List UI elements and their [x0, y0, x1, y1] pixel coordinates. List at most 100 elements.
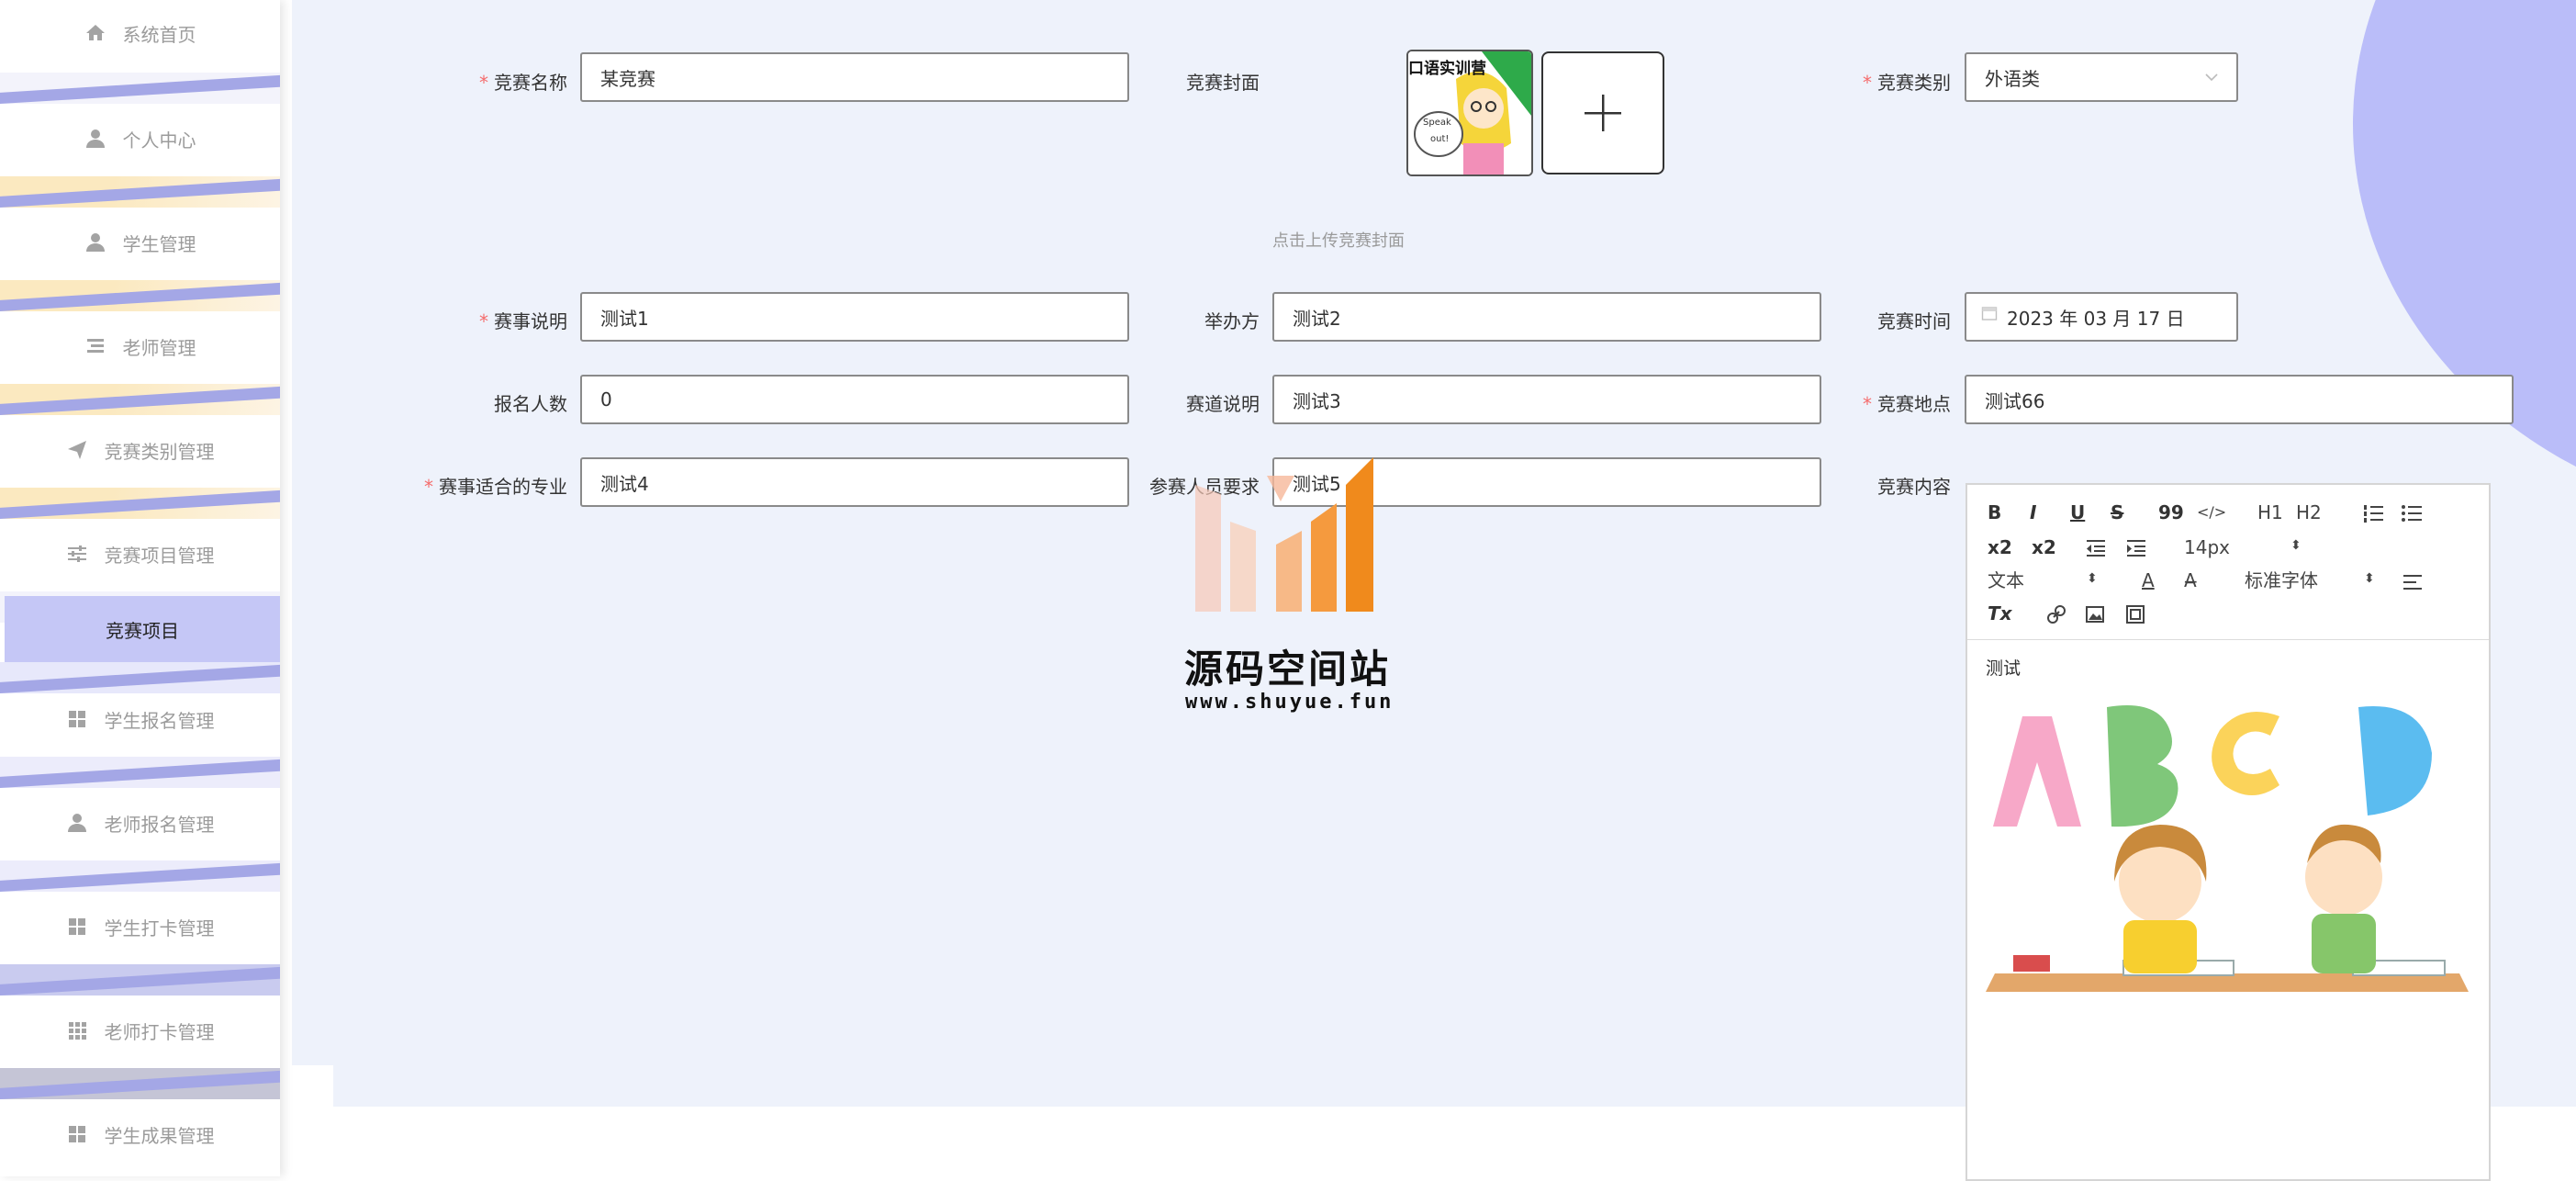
- watermark-title: 源码空间站: [1184, 647, 1392, 692]
- sidebar-item-home[interactable]: 系统首页: [0, 0, 280, 104]
- indent-icon[interactable]: [2125, 538, 2147, 558]
- sidebar-item-label: 学生报名管理: [104, 709, 215, 732]
- h1-button[interactable]: H1: [2257, 501, 2283, 523]
- grid-icon: [66, 708, 88, 730]
- strike-button[interactable]: S: [2111, 501, 2123, 523]
- sidebar-item-category[interactable]: 竞赛类别管理: [0, 415, 280, 519]
- updown-icon: ⬍: [2087, 571, 2098, 586]
- sidebar-item-label: 竞赛类别管理: [104, 440, 215, 463]
- grid-icon: [66, 1123, 88, 1145]
- sidebar-item-label: 老师打卡管理: [104, 1020, 215, 1043]
- count-input[interactable]: 0: [580, 375, 1129, 424]
- video-icon[interactable]: [2125, 604, 2145, 624]
- updown-icon: ⬍: [2364, 571, 2375, 586]
- home-icon: [84, 22, 106, 44]
- sidebar-item-label: 老师报名管理: [104, 813, 215, 836]
- sidebar-item-student-signup[interactable]: 学生报名管理: [0, 684, 280, 788]
- editor-content-image: [1986, 680, 2469, 1032]
- quote-button[interactable]: 99: [2158, 501, 2184, 523]
- cover-image[interactable]: 口语实训营 Speak out!: [1406, 50, 1533, 176]
- sidebar-item-label: 系统首页: [122, 23, 196, 46]
- link-icon[interactable]: [2046, 604, 2066, 624]
- major-label: * 赛事适合的专业: [424, 476, 567, 498]
- track-input[interactable]: 测试3: [1272, 375, 1821, 424]
- cover-label: 竞赛封面: [1186, 72, 1260, 94]
- updown-icon: ⬍: [2290, 538, 2302, 553]
- watermark-logo-icon: [1195, 457, 1373, 612]
- sidebar-item-label: 学生管理: [122, 232, 196, 255]
- user-icon: [84, 128, 106, 150]
- cover-bubble-text: Speak: [1423, 118, 1451, 128]
- send-icon: [66, 439, 88, 461]
- organizer-input[interactable]: 测试2: [1272, 292, 1821, 342]
- bullet-list-icon[interactable]: [2401, 503, 2423, 523]
- content-label: 竞赛内容: [1877, 476, 1951, 498]
- italic-button[interactable]: I: [2030, 501, 2036, 523]
- sidebar-item-students[interactable]: 学生管理: [0, 208, 280, 311]
- background-color-icon[interactable]: A̶: [2184, 569, 2197, 591]
- organizer-label: 举办方: [1204, 310, 1260, 332]
- sidebar-item-profile[interactable]: 个人中心: [0, 104, 280, 208]
- ordered-list-icon[interactable]: [2362, 503, 2384, 523]
- count-label: 报名人数: [494, 393, 567, 415]
- outdent-icon[interactable]: [2085, 538, 2107, 558]
- list-icon: [84, 335, 106, 357]
- sidebar-item-label: 竞赛项目管理: [104, 544, 215, 567]
- grid-icon: [66, 916, 88, 938]
- superscript-button[interactable]: x2: [2032, 536, 2056, 558]
- rich-text-editor[interactable]: B I U S 99 </> H1 H2 x2 x2 14px ⬍ 文本 ⬍ A…: [1966, 483, 2491, 1181]
- sidebar-item-label: 学生成果管理: [104, 1124, 215, 1147]
- user-icon: [66, 812, 88, 834]
- chevron-down-icon: [2205, 73, 2218, 82]
- cover-upload-hint: 点击上传竞赛封面: [1272, 231, 1405, 251]
- sidebar-subitem-project[interactable]: 竞赛项目: [5, 596, 280, 662]
- user-icon: [84, 231, 106, 253]
- location-input[interactable]: 测试66: [1965, 375, 2514, 424]
- align-icon[interactable]: [2402, 573, 2423, 591]
- sidebar-subitem-label: 竞赛项目: [106, 619, 179, 642]
- cover-bubble-text: out!: [1430, 134, 1450, 144]
- upload-cover-button[interactable]: [1541, 51, 1664, 174]
- bold-button[interactable]: B: [1988, 501, 2001, 523]
- watermark-url: www.shuyue.fun: [1185, 691, 1394, 714]
- track-label: 赛道说明: [1186, 393, 1260, 415]
- sidebar-item-results[interactable]: 学生成果管理: [0, 1099, 280, 1176]
- bottom-gap: [280, 1065, 333, 1176]
- sidebar: 系统首页 个人中心 学生管理 老师管理 竞赛类别管理 竞赛项目管理 竞赛项目 学…: [0, 0, 280, 1176]
- h2-button[interactable]: H2: [2296, 501, 2322, 523]
- name-input[interactable]: 某竞赛: [580, 52, 1129, 102]
- subscript-button[interactable]: x2: [1988, 536, 2012, 558]
- sidebar-item-teacher-signup[interactable]: 老师报名管理: [0, 788, 280, 892]
- sidebar-item-teacher-checkin[interactable]: 老师打卡管理: [0, 995, 280, 1099]
- name-label: * 竞赛名称: [479, 72, 567, 94]
- sidebar-item-label: 学生打卡管理: [104, 917, 215, 939]
- sliders-icon: [66, 543, 88, 565]
- plus-icon: [1585, 95, 1621, 131]
- editor-toolbar: B I U S 99 </> H1 H2 x2 x2 14px ⬍ 文本 ⬍ A…: [1967, 485, 2489, 640]
- cover-caption: 口语实训营: [1408, 60, 1486, 78]
- location-label: * 竞赛地点: [1863, 393, 1951, 415]
- text-color-button[interactable]: A: [2142, 569, 2155, 591]
- desc-input[interactable]: 测试1: [580, 292, 1129, 342]
- major-input[interactable]: 测试4: [580, 457, 1129, 507]
- format-select[interactable]: 文本: [1988, 569, 2024, 591]
- code-button[interactable]: </>: [2197, 501, 2226, 523]
- time-label: 竞赛时间: [1877, 310, 1951, 332]
- sidebar-item-student-checkin[interactable]: 学生打卡管理: [0, 892, 280, 995]
- decorative-circle: [2353, 0, 2576, 523]
- sidebar-item-label: 个人中心: [122, 129, 196, 152]
- category-select[interactable]: 外语类: [1965, 52, 2238, 102]
- sidebar-item-teachers[interactable]: 老师管理: [0, 311, 280, 415]
- desc-label: * 赛事说明: [479, 310, 567, 332]
- font-size-select[interactable]: 14px: [2184, 536, 2230, 558]
- font-family-select[interactable]: 标准字体: [2245, 569, 2318, 591]
- underline-button[interactable]: U: [2070, 501, 2085, 523]
- sidebar-item-label: 老师管理: [122, 336, 196, 359]
- calendar-icon: [1981, 307, 1998, 321]
- image-icon[interactable]: [2085, 604, 2105, 624]
- apps-icon: [66, 1019, 88, 1041]
- category-label: * 竞赛类别: [1863, 72, 1951, 94]
- date-picker[interactable]: 2023 年 03 月 17 日: [1965, 292, 2238, 342]
- editor-content-text: 测试: [1986, 658, 2022, 679]
- clear-format-button[interactable]: Tx: [1988, 602, 2012, 624]
